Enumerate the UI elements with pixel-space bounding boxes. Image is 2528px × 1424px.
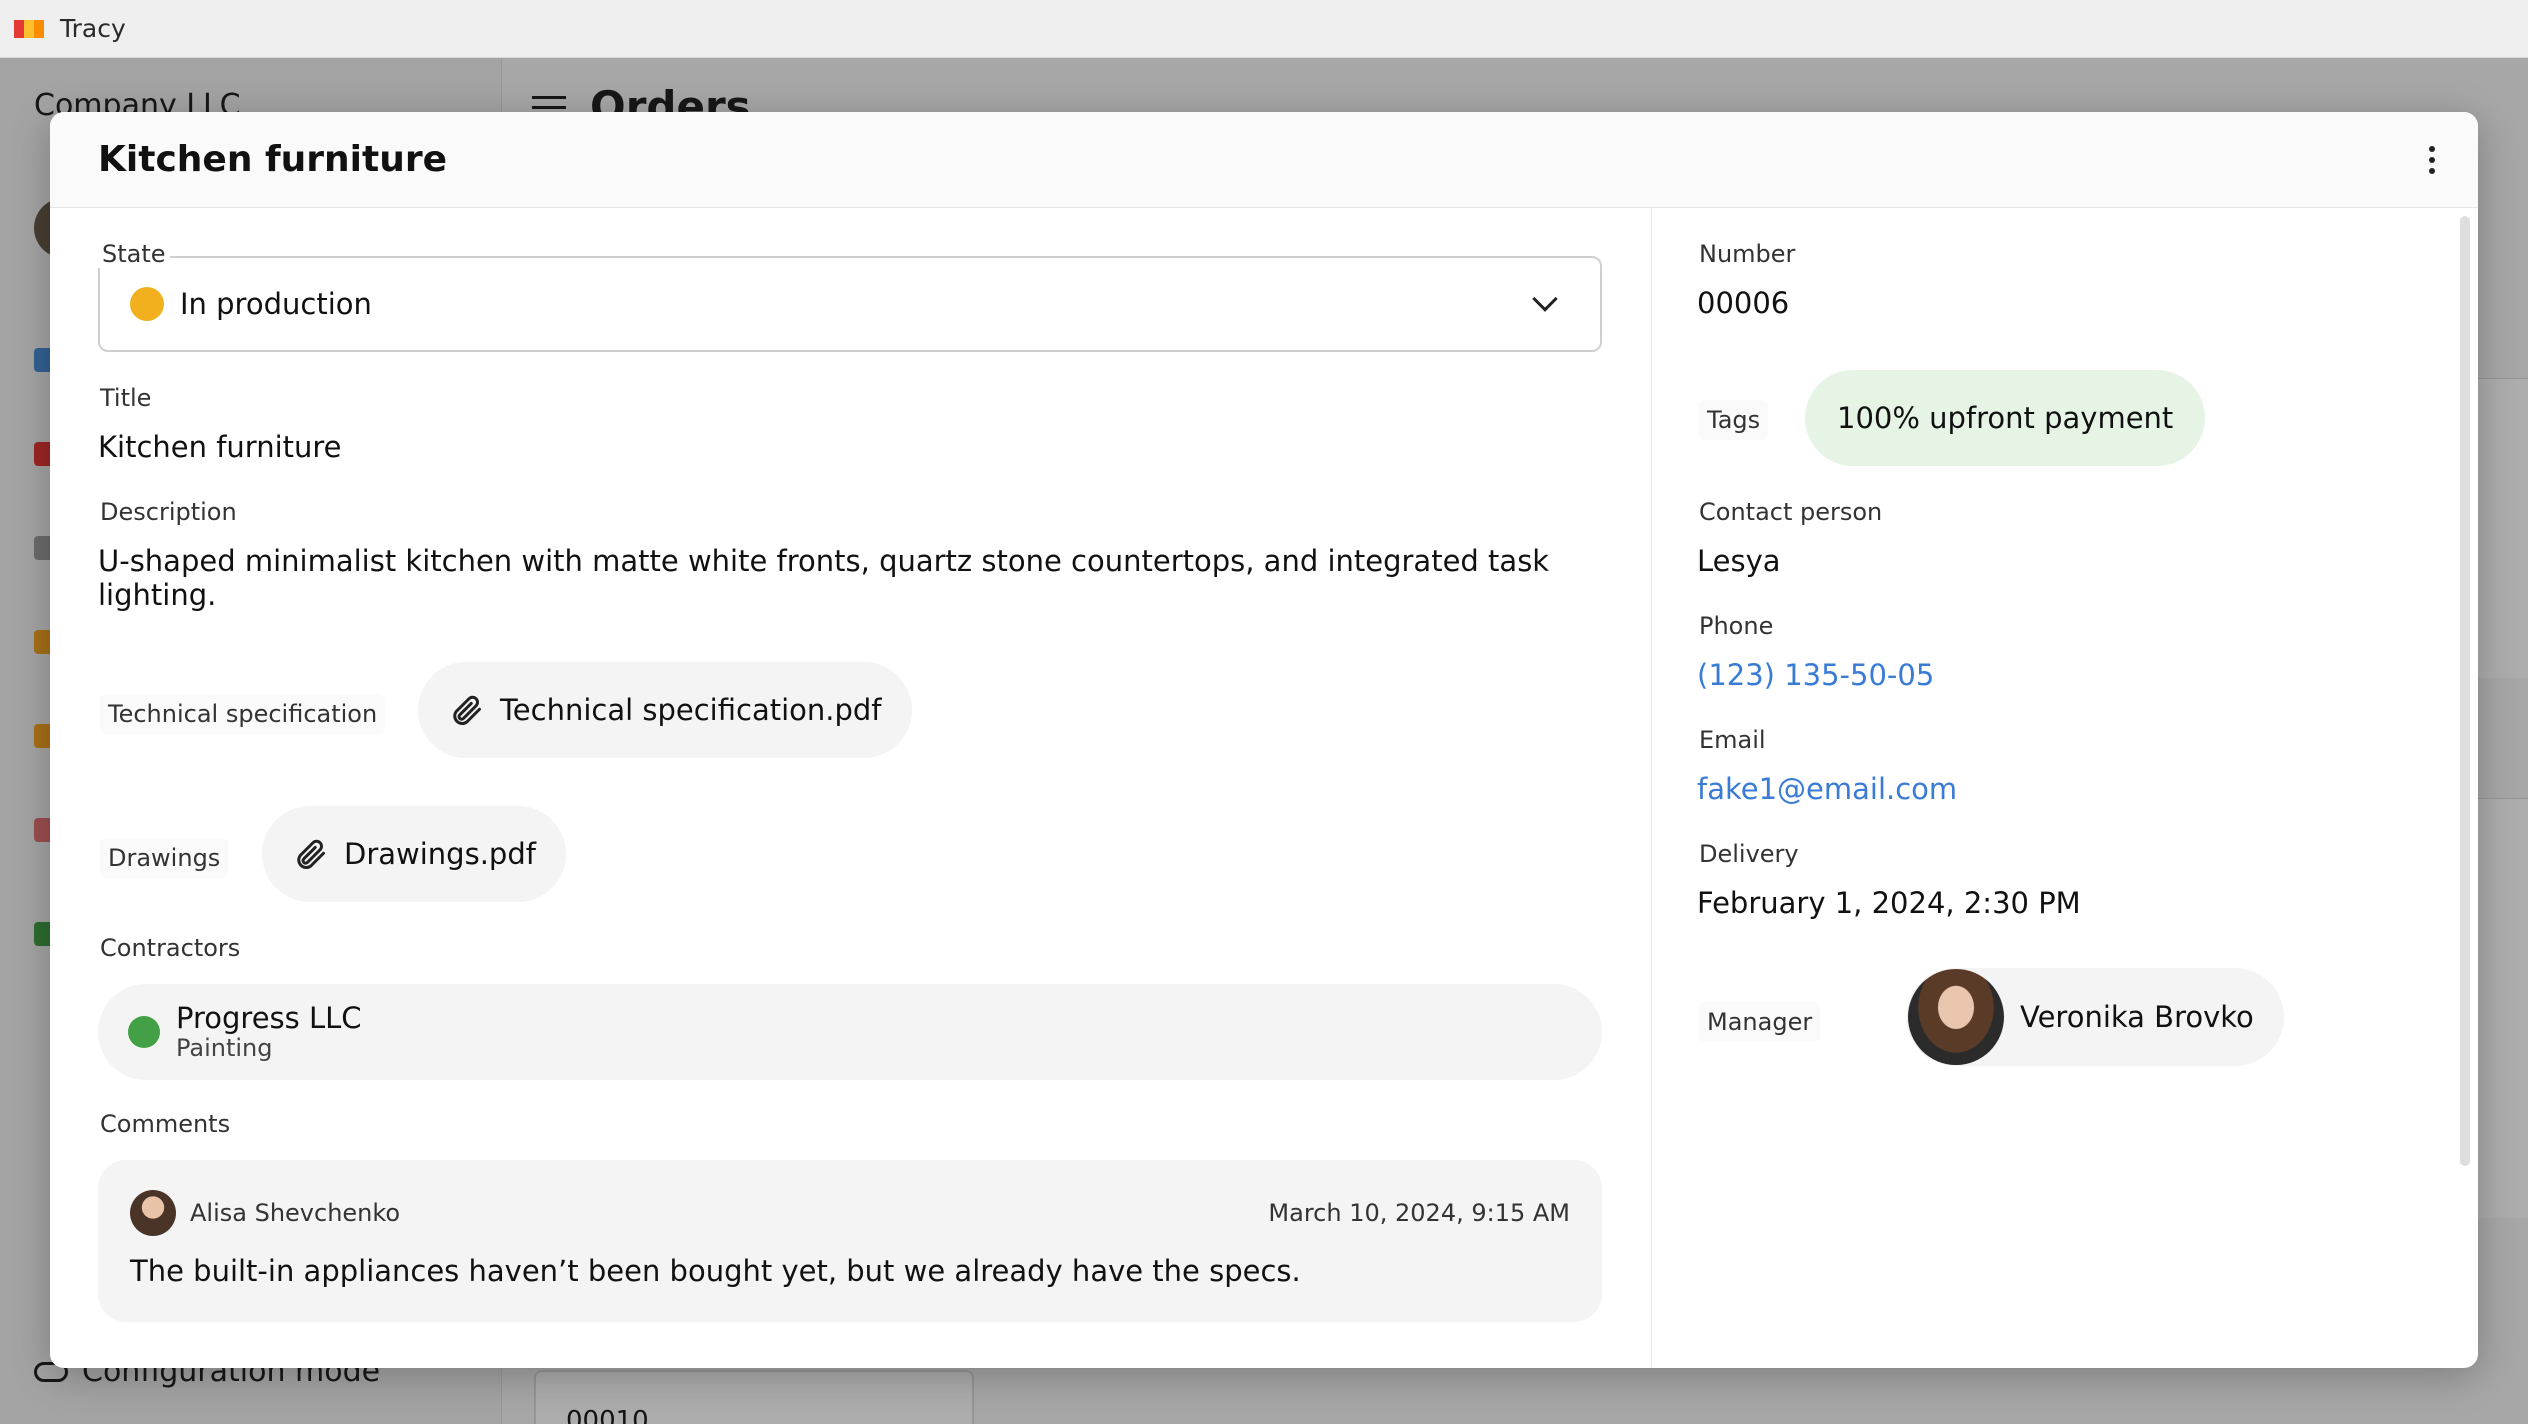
chevron-down-icon[interactable] [1532, 286, 1558, 312]
scrollbar[interactable] [2460, 216, 2470, 1166]
title-label: Title [98, 384, 154, 412]
comment-text: The built-in appliances haven’t been bou… [130, 1254, 1301, 1288]
modal-body: State In production Title Kitchen furnit… [50, 208, 2478, 1368]
comment-item[interactable]: Alisa Shevchenko March 10, 2024, 9:15 AM… [98, 1160, 1602, 1322]
paperclip-icon [297, 839, 325, 869]
window-titlebar: Tracy [0, 0, 2528, 58]
details-left-column: State In production Title Kitchen furnit… [50, 208, 1652, 1368]
comments-label: Comments [98, 1110, 233, 1138]
manager-name: Veronika Brovko [2020, 1000, 2254, 1034]
state-select[interactable]: In production [98, 256, 1602, 352]
comment-author: Alisa Shevchenko [130, 1190, 400, 1236]
state-label: State [98, 240, 170, 268]
state-status-dot [130, 287, 164, 321]
contractor-item[interactable]: Progress LLC Painting [98, 984, 1602, 1080]
avatar [1908, 969, 2004, 1065]
comment-date: March 10, 2024, 9:15 AM [1268, 1199, 1570, 1227]
contractors-label: Contractors [98, 934, 243, 962]
modal-header: Kitchen furniture [50, 112, 2478, 208]
drawings-filename: Drawings.pdf [344, 837, 536, 871]
email-label: Email [1697, 726, 1768, 754]
logo-segment [34, 19, 44, 38]
comment-header: Alisa Shevchenko March 10, 2024, 9:15 AM [130, 1190, 1570, 1236]
description-label: Description [98, 498, 239, 526]
paperclip-icon [453, 695, 481, 725]
more-options-icon[interactable] [2420, 140, 2444, 180]
modal-title: Kitchen furniture [98, 139, 448, 180]
delivery-value[interactable]: February 1, 2024, 2:30 PM [1697, 886, 2081, 920]
manager-chip[interactable]: Veronika Brovko [1906, 968, 2284, 1066]
app-logo-icon [14, 19, 44, 38]
contractor-name: Progress LLC [176, 1001, 362, 1035]
contractor-role: Painting [176, 1034, 273, 1062]
technical-specification-filename: Technical specification.pdf [500, 693, 882, 727]
logo-segment [24, 19, 34, 38]
technical-specification-file[interactable]: Technical specification.pdf [418, 662, 912, 758]
tag-label: 100% upfront payment [1837, 401, 2174, 435]
tag-chip[interactable]: 100% upfront payment [1805, 370, 2206, 466]
description-value[interactable]: U-shaped minimalist kitchen with matte w… [98, 544, 1602, 612]
drawings-label: Drawings [100, 838, 229, 878]
number-label: Number [1697, 240, 1798, 268]
delivery-label: Delivery [1697, 840, 1801, 868]
window-title: Tracy [60, 14, 126, 43]
avatar [130, 1190, 176, 1236]
phone-label: Phone [1697, 612, 1776, 640]
contact-person-label: Contact person [1697, 498, 1885, 526]
comment-author-name: Alisa Shevchenko [190, 1199, 401, 1227]
order-details-modal: Kitchen furniture State In production Ti… [50, 112, 2478, 1368]
phone-link[interactable]: (123) 135-50-05 [1697, 658, 1934, 692]
number-value: 00006 [1697, 286, 1790, 320]
state-value: In production [180, 287, 372, 321]
tags-label: Tags [1699, 400, 1769, 440]
email-link[interactable]: fake1@email.com [1697, 772, 1957, 806]
details-right-column: Number 00006 Tags 100% upfront payment C… [1653, 208, 2478, 1368]
contact-person-value[interactable]: Lesya [1697, 544, 1781, 578]
contractor-status-dot [128, 1016, 160, 1048]
manager-label: Manager [1699, 1002, 1821, 1042]
technical-specification-label: Technical specification [100, 694, 386, 734]
title-value[interactable]: Kitchen furniture [98, 430, 342, 464]
drawings-file[interactable]: Drawings.pdf [262, 806, 566, 902]
logo-segment [14, 19, 24, 38]
